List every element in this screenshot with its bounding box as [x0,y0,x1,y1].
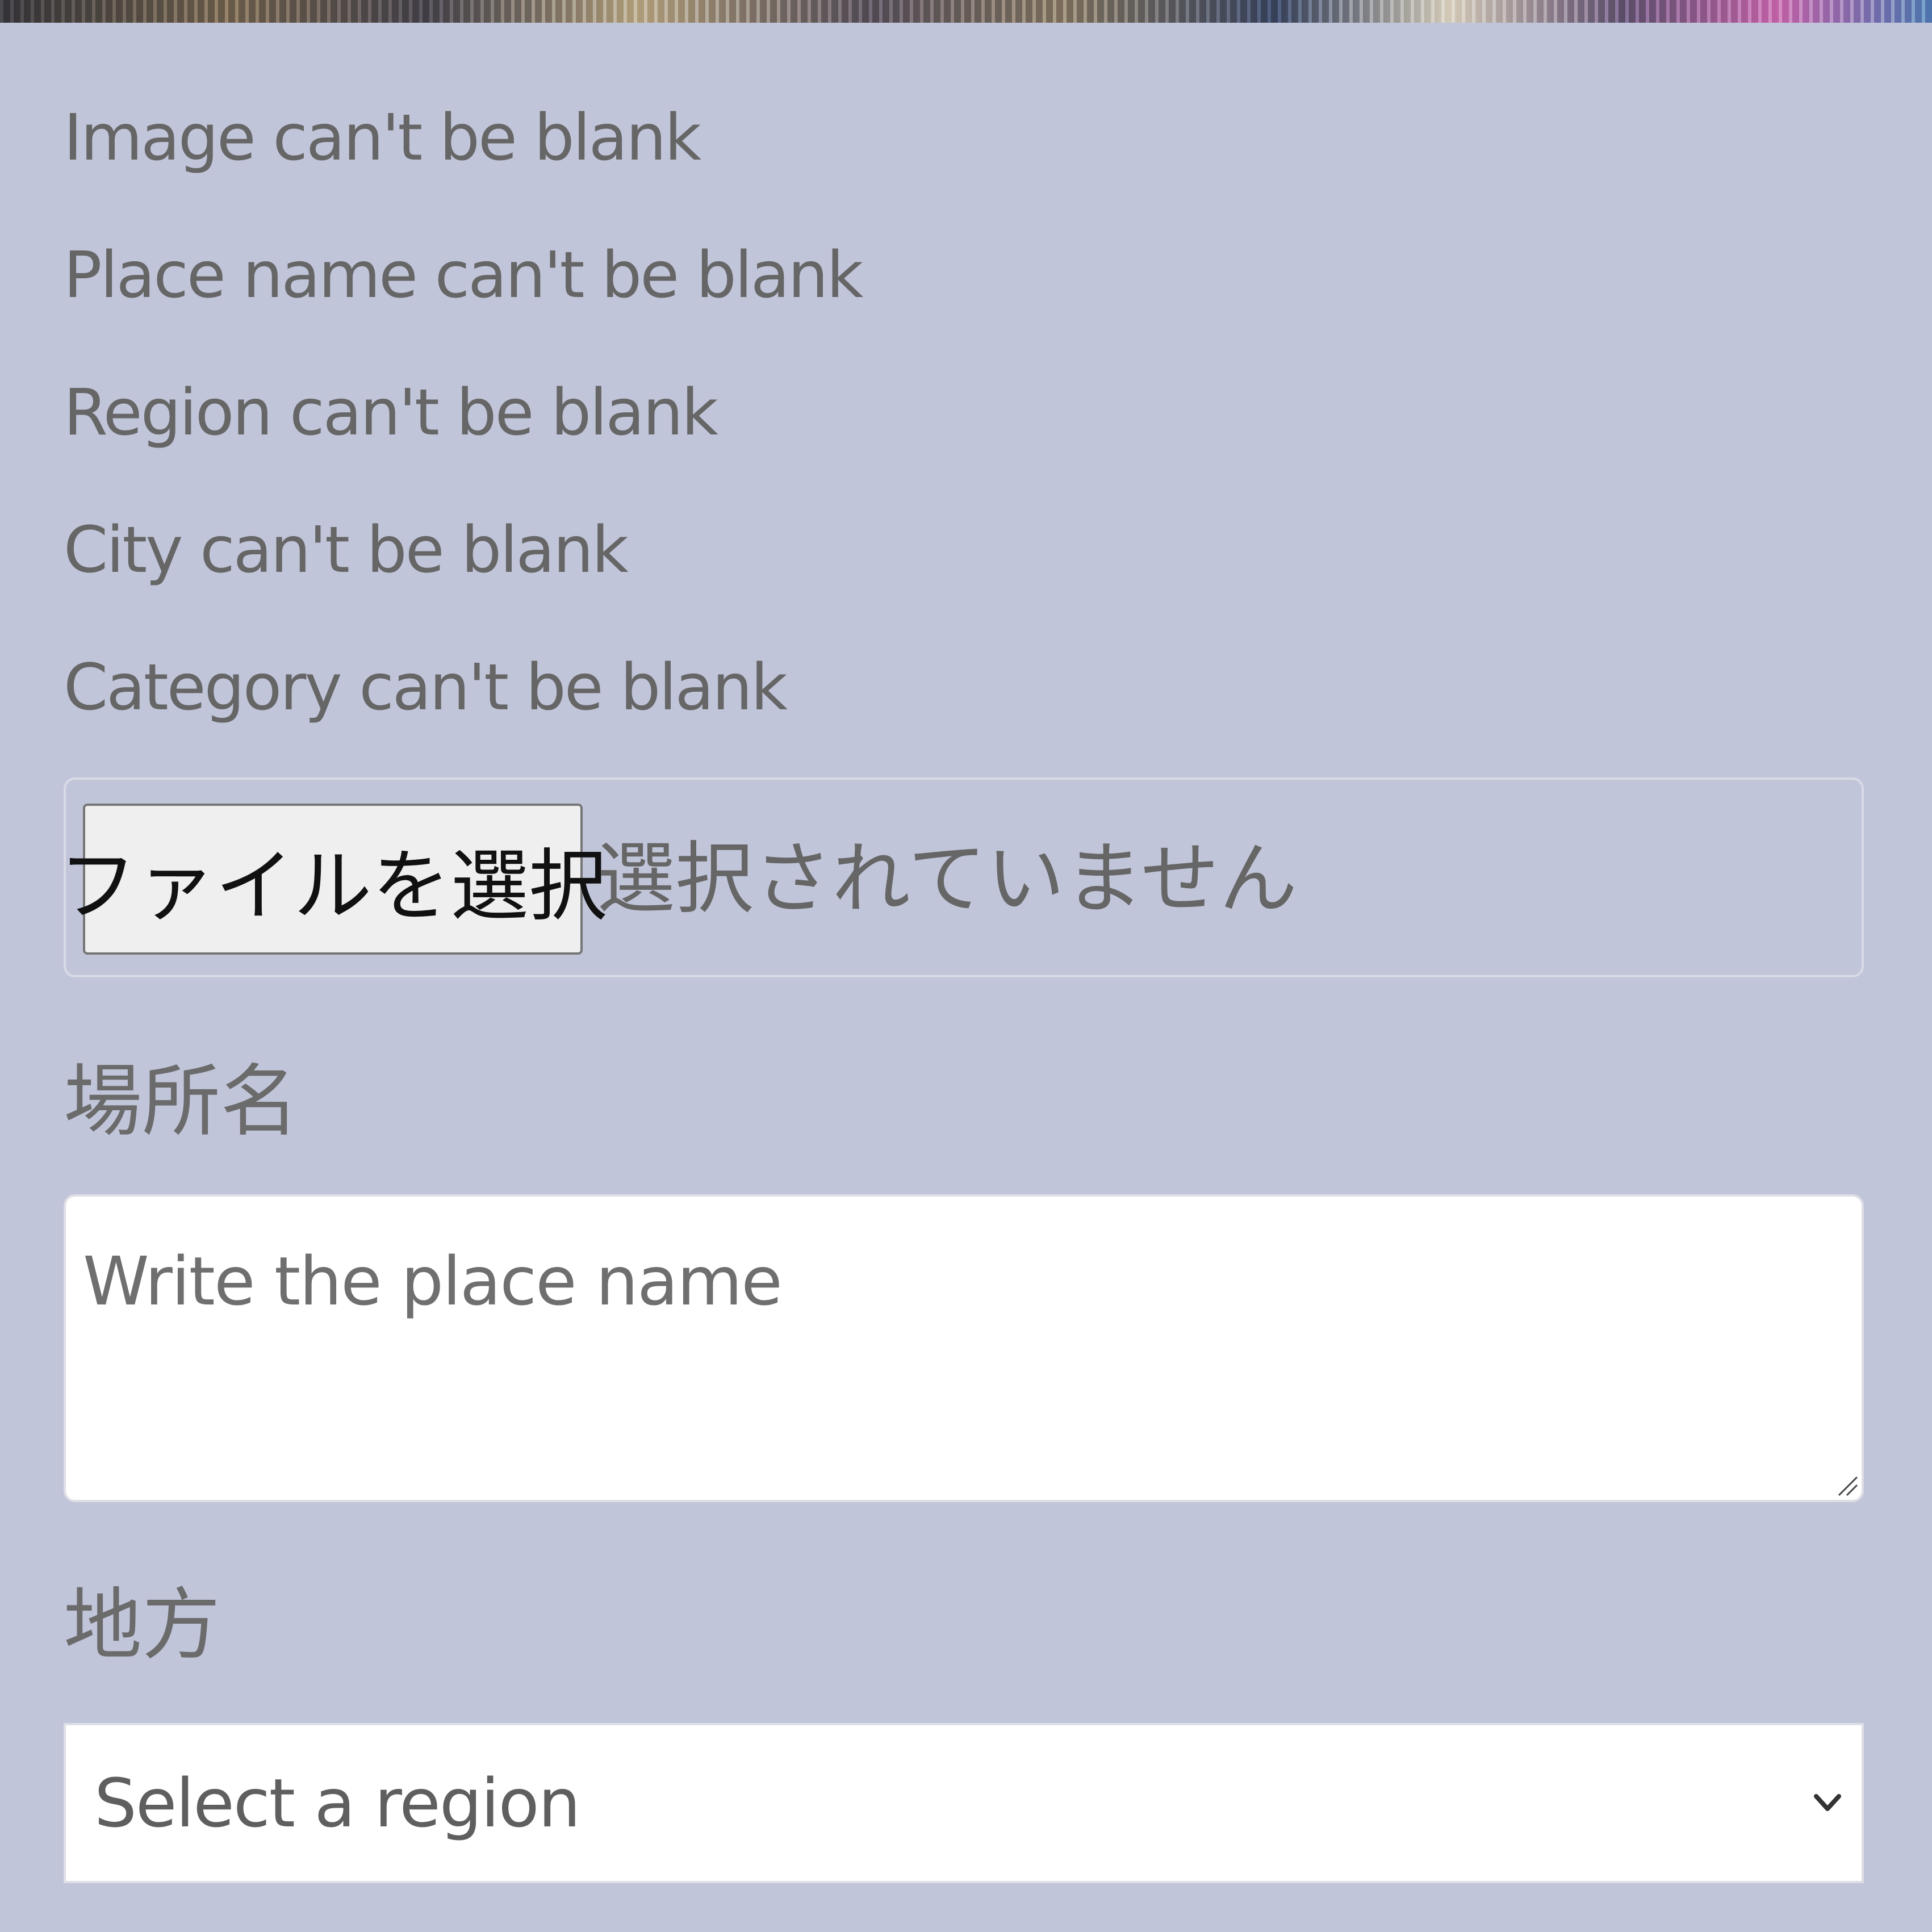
error-messages: Image can't be blank Place name can't be… [64,91,863,778]
error-message: Category can't be blank [64,651,788,725]
region-selected-value: Select a region [94,1764,581,1842]
place-name-placeholder: Write the place name [83,1242,783,1320]
place-name-textarea[interactable]: Write the place name [64,1194,1864,1502]
header-image-strip [0,0,1932,23]
error-message: Place name can't be blank [64,239,863,312]
resize-handle-icon[interactable] [1834,1473,1859,1498]
region-select[interactable]: Select a region [64,1723,1864,1883]
chevron-down-icon [1814,1794,1841,1811]
file-status-text: 選択されていません [597,833,1298,925]
error-message: City can't be blank [64,513,629,587]
error-message: Region can't be blank [64,376,718,450]
error-message: Image can't be blank [64,101,701,175]
place-name-label: 場所名 [64,1056,299,1147]
region-label: 地方 [64,1579,221,1671]
image-file-input[interactable]: ファイルを選択 選択されていません [58,777,1864,977]
choose-file-button[interactable]: ファイルを選択 [58,804,607,955]
